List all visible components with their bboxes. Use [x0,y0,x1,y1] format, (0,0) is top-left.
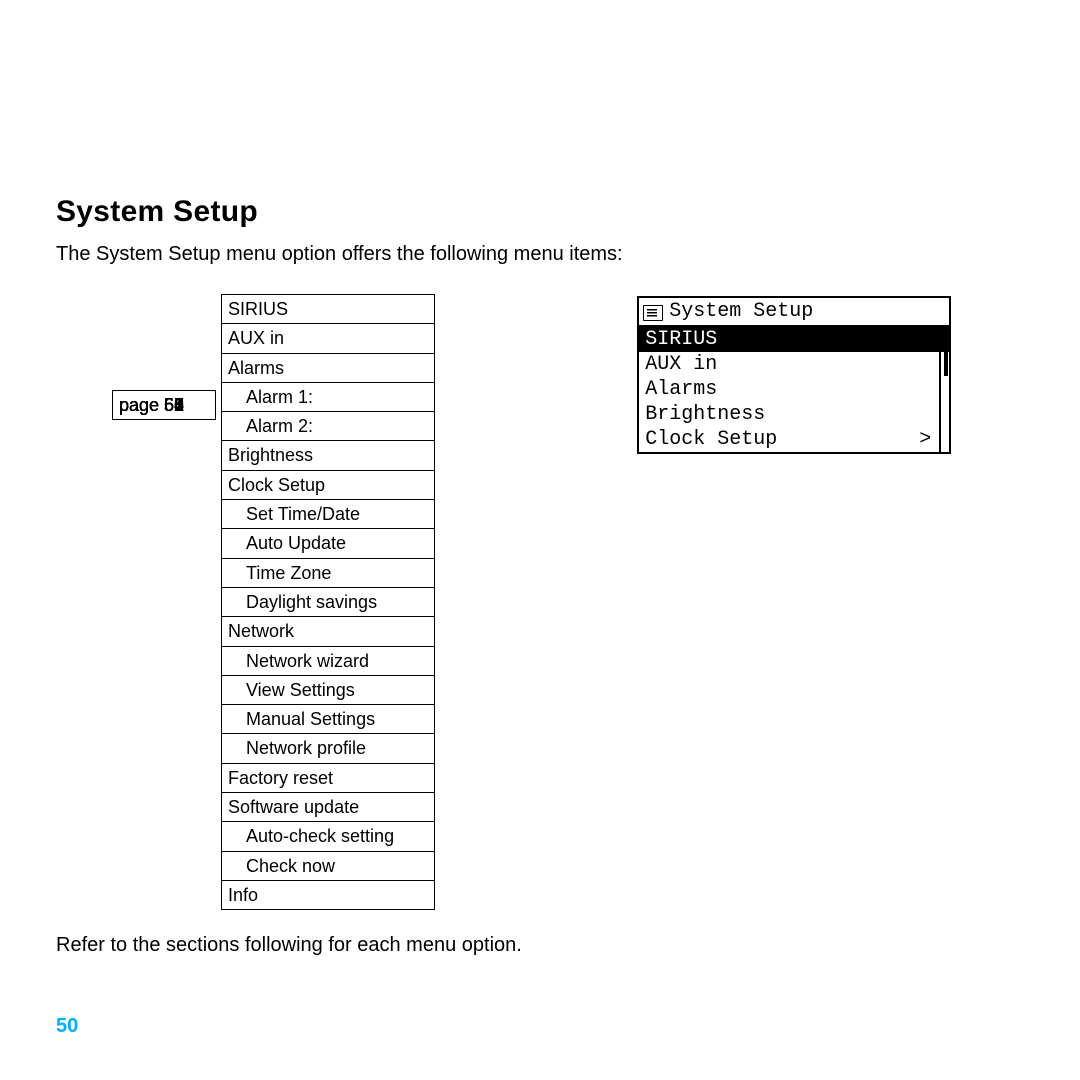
device-menu-label: Clock Setup [645,428,777,451]
table-row: Network profilepage 58 [222,734,436,763]
toc-item-label: Info [222,880,435,909]
device-title-text: System Setup [669,300,813,323]
toc-item-label: Auto Update [222,529,435,558]
toc-item-label: Manual Settings [222,705,435,734]
outro-text: Refer to the sections following for each… [56,934,956,957]
toc-item-label: Software update [222,793,435,822]
table-row: Alarm 2:page 52 [222,412,436,441]
device-menu-item[interactable]: AUX in [639,352,949,377]
toc-item-label: Network wizard [222,646,435,675]
device-menu-item[interactable]: Clock Setup> [639,427,949,452]
table-row: Auto Updatepage 54 [222,529,436,558]
table-row: Brightnesspage 52 [222,441,436,470]
page-number: 50 [56,1015,78,1038]
device-menu-item[interactable]: SIRIUS [639,327,949,352]
device-menu-label: SIRIUS [645,328,717,351]
toc-item-label: Clock Setup [222,470,435,499]
toc-item-label: Alarm 1: [222,382,435,411]
list-icon [643,305,663,321]
toc-item-label: Check now [222,851,435,880]
device-title-bar: System Setup [639,298,949,327]
table-row: Daylight savingspage 55 [222,587,436,616]
toc-item-label: SIRIUS [222,295,435,324]
table-row: Manual Settingspage 58 [222,705,436,734]
page-title: System Setup [56,195,956,229]
toc-item-label: Alarm 2: [222,412,435,441]
device-menu-item[interactable]: Alarms [639,377,949,402]
device-menu-label: Alarms [645,378,717,401]
table-row: Networkpage 56 [222,617,436,646]
toc-item-label: View Settings [222,675,435,704]
intro-text: The System Setup menu option offers the … [56,243,956,266]
toc-item-page: page 64 [112,390,216,420]
device-menu-label: Brightness [645,403,765,426]
device-scrollbar [939,327,949,452]
toc-item-label: Network [222,617,435,646]
toc-item-label: Set Time/Date [222,500,435,529]
table-row: Alarm 1:page 52 [222,382,436,411]
table-row: Check nowpage 62 [222,851,436,880]
table-row: Time Zonepage 54 [222,558,436,587]
toc-item-label: Daylight savings [222,587,435,616]
table-row: Infopage 64 [222,880,436,909]
device-menu-item[interactable]: Brightness [639,402,949,427]
device-screen: System Setup SIRIUSAUX inAlarmsBrightnes… [637,296,951,454]
toc-table: SIRIUSpage 51AUX inpage 51Alarmspage 52A… [221,294,436,910]
table-row: Network wizardpage 56 [222,646,436,675]
table-row: Clock Setuppage 53 [222,470,436,499]
toc-item-label: Factory reset [222,763,435,792]
table-row: Auto-check settingpage 61 [222,822,436,851]
toc-item-label: Auto-check setting [222,822,435,851]
table-row: Factory resetpage 60 [222,763,436,792]
table-row: View Settingspage 57 [222,675,436,704]
table-row: AUX inpage 51 [222,324,436,353]
toc-item-label: Network profile [222,734,435,763]
table-row: SIRIUSpage 51 [222,295,436,324]
toc-item-label: Alarms [222,353,435,382]
scrollbar-thumb [944,328,948,376]
table-row: Alarmspage 52 [222,353,436,382]
table-row: Set Time/Datepage 53 [222,500,436,529]
toc-item-label: AUX in [222,324,435,353]
toc-item-label: Brightness [222,441,435,470]
device-menu-label: AUX in [645,353,717,376]
toc-item-label: Time Zone [222,558,435,587]
table-row: Software updatepage 61 [222,793,436,822]
